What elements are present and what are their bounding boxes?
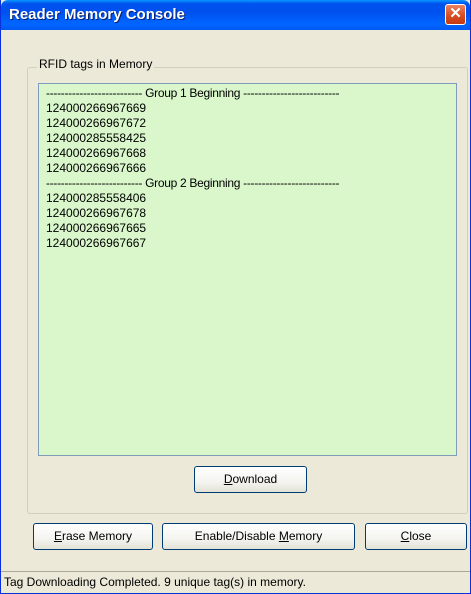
title-bar[interactable]: Reader Memory Console ✕ xyxy=(1,0,470,30)
tag-row[interactable]: 124000285558425 xyxy=(46,131,456,146)
tag-row[interactable]: 124000266967665 xyxy=(46,221,456,236)
reader-memory-console-window: Reader Memory Console ✕ RFID tags in Mem… xyxy=(0,0,471,594)
window-title: Reader Memory Console xyxy=(9,6,185,23)
rfid-tag-listbox[interactable]: -------------------------- Group 1 Begin… xyxy=(38,83,457,456)
status-bar: Tag Downloading Completed. 9 unique tag(… xyxy=(1,571,470,593)
close-button[interactable]: Close xyxy=(365,523,467,550)
groupbox-legend: RFID tags in Memory xyxy=(37,57,155,71)
tag-row[interactable]: 124000266967678 xyxy=(46,206,456,221)
erase-memory-button-label-post: rase Memory xyxy=(62,529,133,543)
close-button-label-post: lose xyxy=(409,529,432,543)
status-text: Tag Downloading Completed. 9 unique tag(… xyxy=(4,575,306,589)
close-window-icon[interactable]: ✕ xyxy=(445,4,466,25)
enable-disable-memory-button[interactable]: Enable/Disable Memory xyxy=(162,523,355,550)
tag-row[interactable]: 124000266967672 xyxy=(46,116,456,131)
enable-disable-button-label-post: emory xyxy=(288,529,323,543)
erase-memory-button-mnemonic: E xyxy=(53,529,62,543)
download-button-label-post: ownload xyxy=(232,472,278,486)
enable-disable-button-mnemonic: M xyxy=(278,529,289,543)
tag-row[interactable]: 124000266967666 xyxy=(46,161,456,176)
group-separator-row[interactable]: -------------------------- Group 2 Begin… xyxy=(46,176,456,191)
tag-row[interactable]: 124000266967667 xyxy=(46,236,456,251)
group-separator-row[interactable]: -------------------------- Group 1 Begin… xyxy=(46,86,456,101)
erase-memory-button[interactable]: Erase Memory xyxy=(33,523,153,550)
download-button[interactable]: Download xyxy=(194,466,307,493)
enable-disable-button-label-pre: Enable/Disable xyxy=(194,529,279,543)
tag-row[interactable]: 124000285558406 xyxy=(46,191,456,206)
tag-row[interactable]: 124000266967669 xyxy=(46,101,456,116)
tag-row[interactable]: 124000266967668 xyxy=(46,146,456,161)
